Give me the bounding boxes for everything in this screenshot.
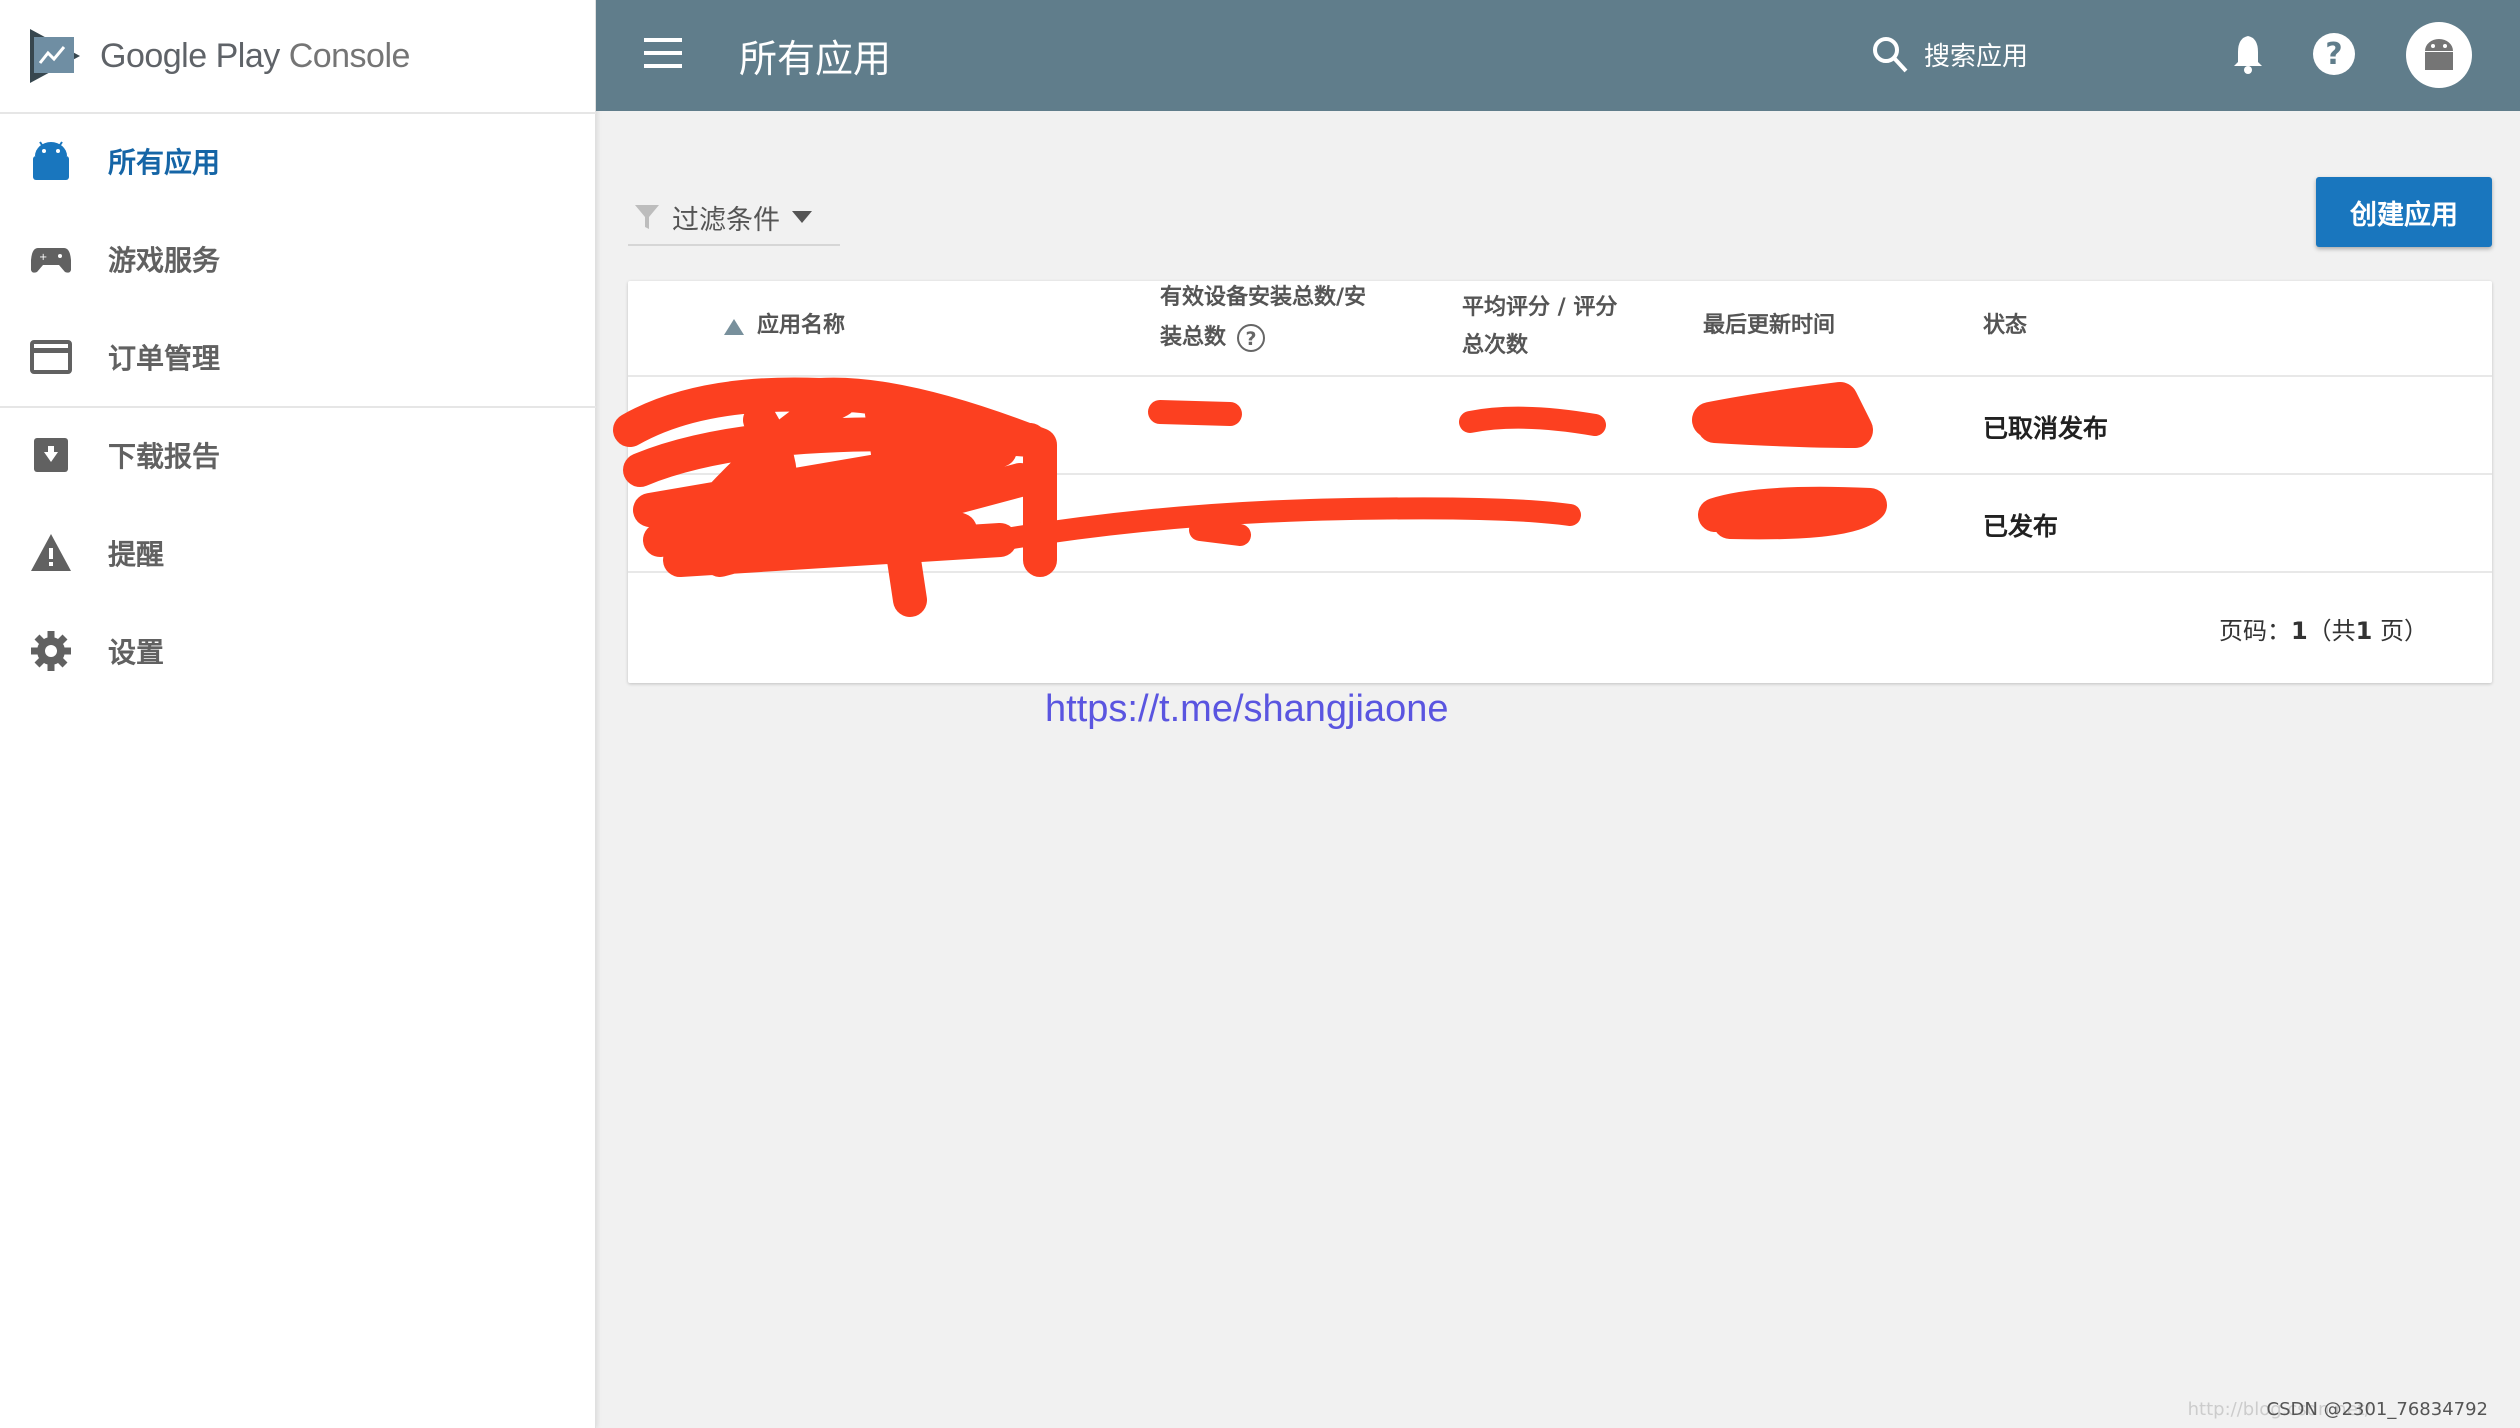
apps-table: 应用名称 有效设备安装总数/安 装总数 ? 平均评分 / 评分 总次数 最后更新… [628,281,2492,683]
avatar[interactable] [2406,22,2472,88]
status-badge: 已取消发布 [1983,414,2109,443]
play-console-logo-icon [30,29,80,83]
sidebar-item-label: 提醒 [108,538,165,571]
sidebar-item-label: 订单管理 [108,342,221,375]
download-box-icon [34,438,68,472]
column-header-rating-line2: 总次数 [1462,333,1529,358]
sidebar-item-download-reports[interactable]: 下载报告 [0,410,596,500]
filter-icon [635,205,659,229]
sidebar-item-all-apps[interactable]: 所有应用 [0,116,596,206]
search-icon [1873,37,1908,73]
top-app-bar: 所有应用 搜索应用 ? [596,0,2520,111]
sidebar-item-orders[interactable]: 订单管理 [0,312,596,402]
filter-dropdown[interactable]: 过滤条件 [628,190,840,246]
credit-card-icon [30,340,72,374]
column-header-installs-line2: 装总数 ? [1160,319,1266,357]
column-header-app-name[interactable]: 应用名称 [757,307,845,345]
sidebar-item-game-services[interactable]: + 游戏服务 [0,214,596,304]
divider [0,112,596,114]
google-play-console-logo[interactable]: Google Play Console [28,26,410,86]
svg-text:?: ? [1246,328,1257,350]
sidebar-item-label: 所有应用 [108,146,221,179]
help-icon[interactable]: ? [2310,30,2358,78]
overlay-link[interactable]: https://t.me/shangjiaone [1045,688,1448,731]
pagination: 页码：1（共1 页） [2219,611,2428,646]
chevron-down-icon [792,211,812,223]
sidebar-item-label: 设置 [108,636,165,669]
table-row[interactable]: 已取消发布 [628,377,2492,473]
sort-ascending-icon[interactable] [724,319,744,335]
sidebar-item-alerts[interactable]: 提醒 [0,508,596,598]
pager-suffix: 页） [2372,617,2428,645]
sidebar: Google Play Console 所有应用 + 游戏服务 订单管理 下载报… [0,0,596,1428]
divider [628,571,2492,573]
help-circle-icon[interactable]: ? [1236,323,1266,353]
sidebar-item-label: 游戏服务 [108,244,221,277]
watermark: http://blog.csdn.net/ CSDN @2301_7683479… [2188,1399,2488,1420]
column-header-status[interactable]: 状态 [1983,307,2027,345]
table-row[interactable]: 已发布 [628,475,2492,571]
pager-prefix: 页码： [2218,617,2291,645]
column-header-installs[interactable]: 有效设备安装总数/安 [1160,279,1366,317]
sidebar-item-settings[interactable]: 设置 [0,606,596,696]
gear-icon [31,631,71,671]
status-badge: 已发布 [1983,512,2059,541]
warning-icon [31,534,71,571]
column-header-last-updated[interactable]: 最后更新时间 [1703,307,1835,345]
sidebar-item-label: 下载报告 [108,440,221,473]
notifications-bell-icon[interactable] [2224,30,2272,78]
logo-text: Google Play [100,36,280,75]
svg-text:+: + [39,252,47,263]
svg-text:?: ? [2325,37,2342,72]
android-icon [33,141,69,180]
page-title: 所有应用 [739,37,892,81]
create-app-button[interactable]: 创建应用 [2316,177,2492,247]
logo-text-console: Console [288,36,411,75]
pager-middle: （共 [2307,617,2356,645]
pager-current: 1 [2290,617,2308,645]
divider [0,406,596,408]
column-header-rating[interactable]: 平均评分 / 评分 [1462,289,1617,327]
column-header-installs-text: 装总数 [1160,325,1227,350]
search-placeholder: 搜索应用 [1924,41,2029,72]
watermark-text: CSDN @2301_76834792 [2266,1399,2488,1420]
gamepad-icon: + [31,248,71,273]
search-input[interactable]: 搜索应用 [1870,34,2028,74]
menu-icon[interactable] [644,38,682,70]
pager-total: 1 [2355,617,2373,645]
filter-label: 过滤条件 [672,204,780,236]
